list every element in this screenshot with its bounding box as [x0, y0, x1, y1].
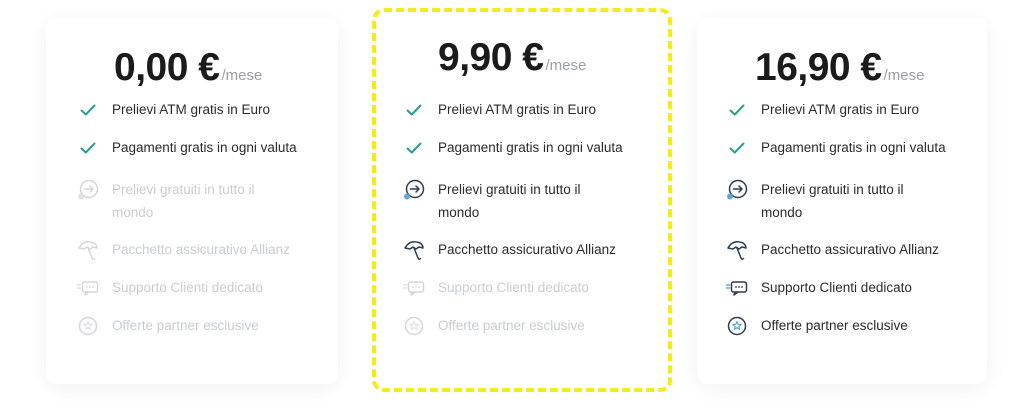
plan-price-amount: 0,00 € [114, 46, 220, 89]
plan-price-amount: 16,90 € [755, 46, 882, 89]
arrow-circle-icon [725, 178, 749, 201]
feature-label: Pacchetto assicurativo Allianz [761, 242, 939, 257]
feature-text: Offerte partner esclusive [761, 314, 908, 337]
check-icon [725, 136, 749, 159]
feature-text: Prelievi ATM gratis in Euro [761, 98, 919, 121]
feature-item: Pacchetto assicurativo Allianz [725, 238, 977, 261]
feature-item: Prelievi gratuiti in tutto il mondo [725, 178, 977, 224]
feature-text: Pacchetto assicurativo Allianz [112, 238, 290, 261]
selected-plan-highlight [372, 8, 672, 392]
plan-price-period: /mese [221, 67, 263, 84]
umbrella-icon [725, 238, 749, 261]
feature-label: Offerte partner esclusive [112, 318, 259, 333]
feature-item: Prelievi ATM gratis in Euro [76, 98, 328, 121]
feature-label: Supporto Clienti dedicato [112, 280, 263, 295]
chat-icon [725, 276, 749, 299]
feature-label: Pagamenti gratis in ogni valuta [761, 140, 946, 155]
feature-label: Offerte partner esclusive [761, 318, 908, 333]
feature-item: Supporto Clienti dedicato [725, 276, 977, 299]
plan-price: 16,90 €/mese [697, 46, 987, 90]
umbrella-icon [76, 238, 100, 261]
feature-label: Prelievi ATM gratis in Euro [761, 102, 920, 117]
plan-card-premium[interactable]: 16,90 €/mese Prelievi ATM gratis in Euro… [697, 18, 987, 384]
feature-text: Pagamenti gratis in ogni valuta [112, 136, 297, 159]
feature-item: Pagamenti gratis in ogni valuta [725, 136, 977, 159]
feature-item: Pagamenti gratis in ogni valuta [76, 136, 328, 159]
star-badge-icon [76, 314, 100, 337]
feature-text: Pacchetto assicurativo Allianz [761, 238, 939, 261]
feature-item: Pacchetto assicurativo Allianz [76, 238, 328, 261]
feature-label: Pacchetto assicurativo Allianz [112, 242, 290, 257]
feature-text: Pagamenti gratis in ogni valuta [761, 136, 946, 159]
feature-text: Offerte partner esclusive [112, 314, 259, 337]
plan-price: 0,00 €/mese [46, 46, 338, 90]
feature-item: Prelievi gratuiti in tutto il mondo [76, 178, 328, 224]
arrow-circle-icon [76, 178, 100, 201]
feature-text: Supporto Clienti dedicato [761, 276, 912, 299]
feature-label: Pagamenti gratis in ogni valuta [112, 140, 297, 155]
check-icon [725, 98, 749, 121]
feature-item: Prelievi ATM gratis in Euro [725, 98, 977, 121]
feature-text: Prelievi ATM gratis in Euro [112, 98, 270, 121]
check-icon [76, 98, 100, 121]
feature-item: Offerte partner esclusive [725, 314, 977, 337]
plan-price-period: /mese [883, 67, 925, 84]
feature-text: Prelievi gratuiti in tutto il mondo [112, 178, 255, 224]
feature-item: Supporto Clienti dedicato [76, 276, 328, 299]
feature-label: Supporto Clienti dedicato [761, 280, 912, 295]
star-badge-icon [725, 314, 749, 337]
feature-label: Prelievi ATM gratis in Euro [112, 102, 271, 117]
feature-item: Offerte partner esclusive [76, 314, 328, 337]
check-icon [76, 136, 100, 159]
feature-label: Prelievi gratuiti in tutto il [112, 182, 255, 197]
feature-label: Prelievi gratuiti in tutto il [761, 182, 904, 197]
feature-text: Supporto Clienti dedicato [112, 276, 263, 299]
feature-label-line2: mondo [112, 205, 154, 220]
feature-label-line2: mondo [761, 205, 803, 220]
plan-card-free[interactable]: 0,00 €/mese Prelievi ATM gratis in Euro P… [46, 18, 338, 384]
chat-icon [76, 276, 100, 299]
feature-text: Prelievi gratuiti in tutto il mondo [761, 178, 904, 224]
